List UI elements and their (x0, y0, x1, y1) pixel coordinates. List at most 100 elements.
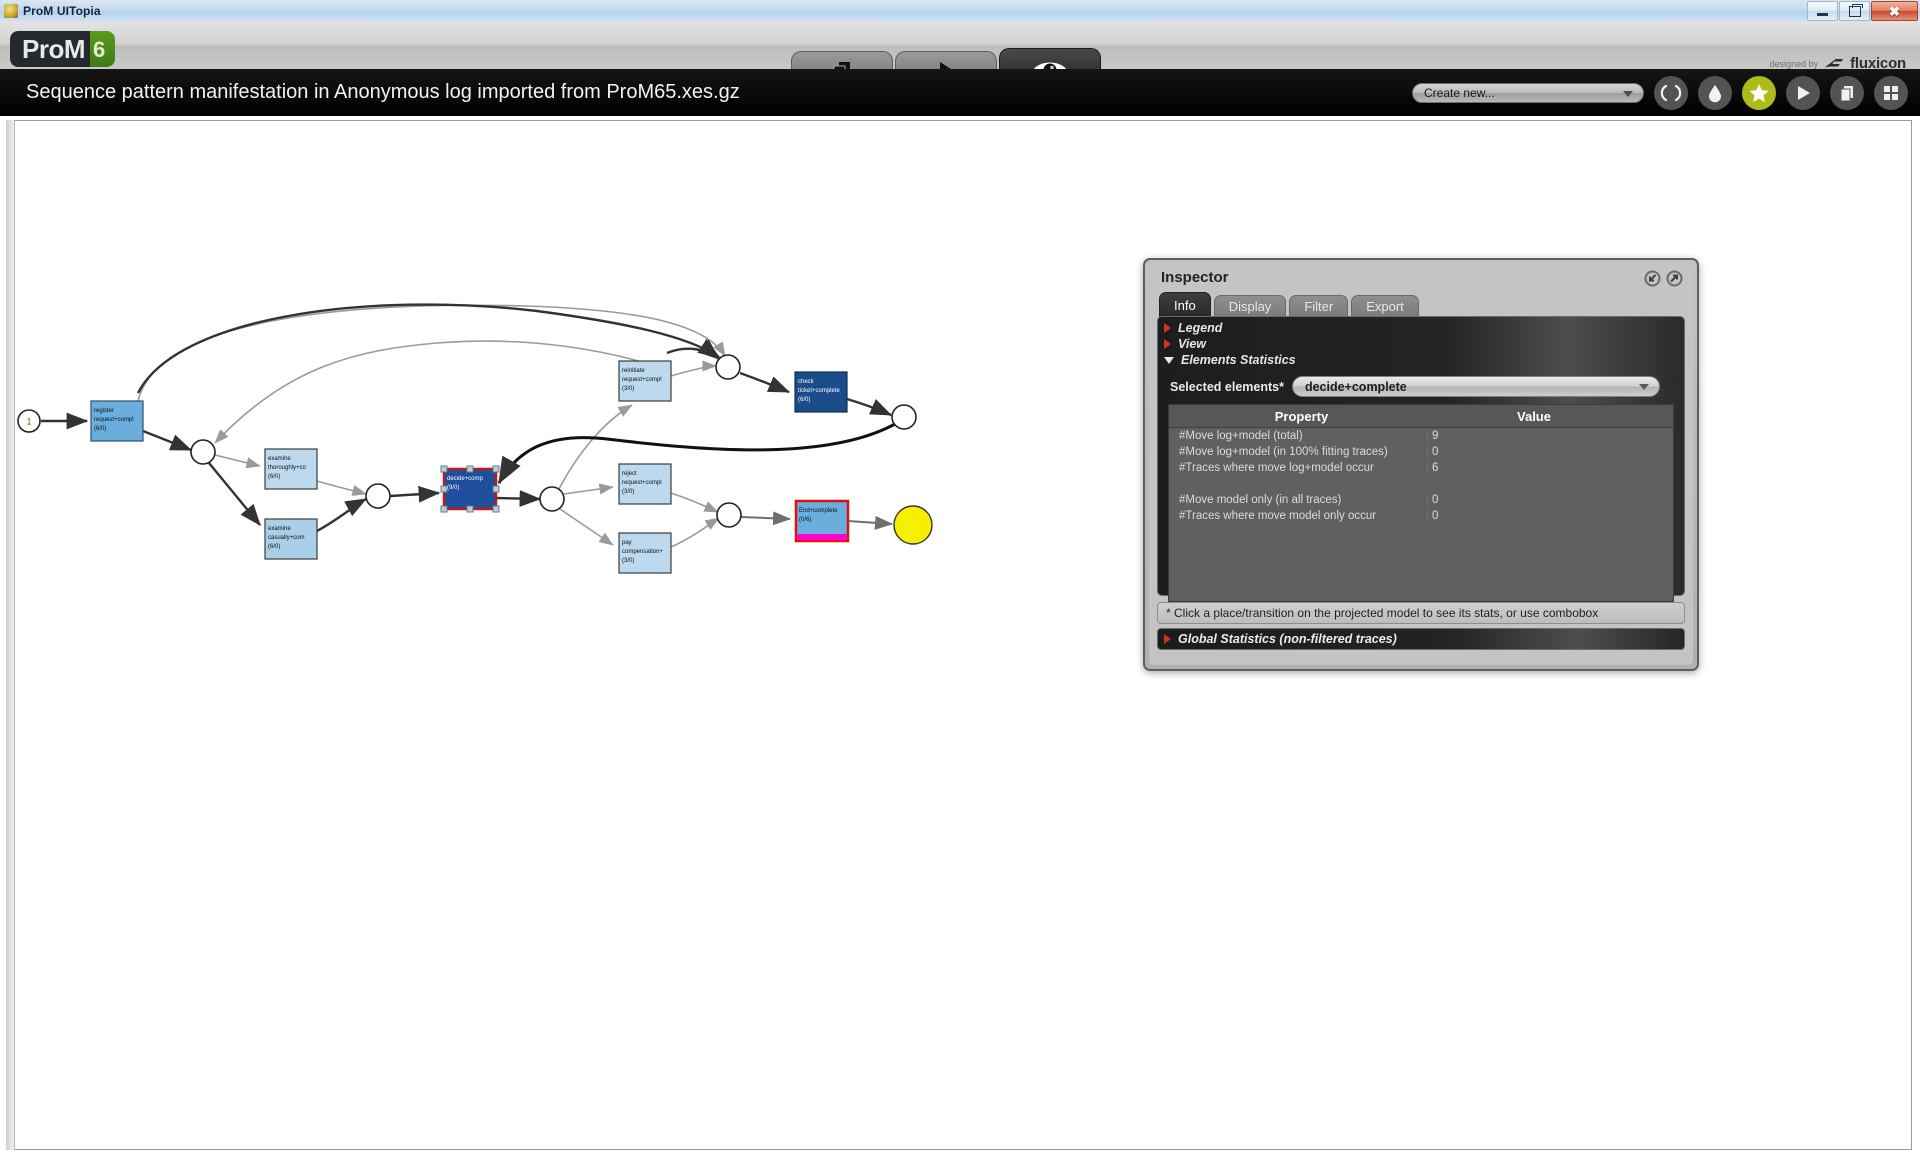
transition-label-line: check (798, 379, 815, 385)
resources-button[interactable] (1830, 75, 1864, 110)
section-legend[interactable]: Legend (1158, 320, 1684, 336)
place-sink[interactable] (893, 505, 933, 545)
place-p6[interactable] (891, 404, 917, 430)
section-elements-statistics[interactable]: Elements Statistics (1158, 352, 1684, 368)
transition-register[interactable]: register request+compl (6/0) (90, 400, 144, 442)
transition-examine-casually[interactable]: examine casually+com (6/0) (264, 518, 318, 560)
inspector-tab-label: Info (1174, 297, 1196, 313)
inspector-tab-label: Filter (1304, 299, 1334, 314)
transition-label-line: reinitiate (622, 368, 645, 374)
cell-property: #Move model only (in all traces) (1179, 494, 1342, 506)
selection-handle[interactable] (492, 465, 500, 473)
place-source[interactable]: 1 (17, 409, 41, 433)
inspector-tab-label: Display (1228, 299, 1272, 314)
column-header-value: Value (1517, 408, 1551, 424)
transition-label-line: (6/0) (268, 544, 280, 550)
table-header-row: Property Value (1169, 405, 1673, 428)
transition-examine-thoroughly[interactable]: examine thoroughly+co (6/0) (264, 448, 318, 490)
transition-label-line: (6/0) (798, 397, 810, 403)
prom-logo[interactable]: ProM 6 (10, 31, 116, 67)
prom-toolbar: ProM 6 designed by fluxicon (0, 21, 1920, 90)
selection-handle[interactable] (466, 505, 474, 513)
place-p4[interactable] (715, 354, 741, 380)
inspector-tab-info[interactable]: Info (1159, 292, 1211, 317)
net-transitions[interactable]: register request+compl (6/0) examine thoroug… (90, 360, 850, 574)
selection-handle[interactable] (466, 465, 474, 473)
transition-label-line: register (94, 408, 114, 414)
cell-property: #Traces where move model only occur (1179, 510, 1377, 522)
minimize-button[interactable] (1807, 1, 1838, 21)
run-button[interactable] (1786, 75, 1820, 110)
inspector-footnote: * Click a place/transition on the projec… (1157, 602, 1685, 624)
detach-icon[interactable] (1644, 270, 1661, 287)
chevron-right-icon (1164, 323, 1171, 333)
chevron-right-icon (1164, 634, 1171, 644)
cell-value: 0 (1427, 510, 1627, 522)
transition-reject[interactable]: reject request+compl (3/0) (618, 463, 672, 505)
chevron-down-icon (1164, 356, 1174, 364)
transition-end[interactable]: End+complete (0/6) (794, 499, 850, 543)
transition-deviation-bar (797, 534, 847, 540)
selection-handle[interactable] (492, 505, 500, 513)
sync-icon (1660, 84, 1682, 101)
cell-property: #Move log+model (total) (1179, 430, 1303, 442)
place-p3[interactable] (539, 486, 565, 512)
table-row (1169, 476, 1673, 492)
cell-property: #Traces where move log+model occur (1179, 462, 1374, 474)
table-row: #Move log+model (total) 9 (1169, 428, 1673, 444)
close-panel-icon[interactable] (1666, 270, 1683, 287)
create-new-dropdown[interactable]: Create new... (1412, 82, 1644, 103)
transition-label-line: (3/0) (622, 558, 634, 564)
chevron-down-icon (1623, 90, 1633, 97)
close-button[interactable]: ✖ (1871, 1, 1918, 21)
transition-label-line: (3/0) (622, 386, 634, 392)
selection-handle[interactable] (440, 505, 448, 513)
droplet-button[interactable] (1698, 75, 1732, 110)
selection-handle[interactable] (440, 465, 448, 473)
section-view[interactable]: View (1158, 336, 1684, 352)
transition-reinitiate[interactable]: reinitiate request+compl (3/0) (618, 360, 672, 402)
section-global-statistics[interactable]: Global Statistics (non-filtered traces) (1157, 628, 1685, 650)
restore-icon (1840, 2, 1869, 20)
table-body: #Move log+model (total) 9 #Move log+model … (1169, 428, 1673, 601)
place-p5[interactable] (716, 502, 742, 528)
credit-prefix: designed by (1769, 58, 1819, 69)
app-icon (4, 3, 18, 18)
section-legend-label: Legend (1178, 321, 1223, 335)
inspector-tab-label: Export (1366, 299, 1404, 314)
inspector-panel[interactable]: Inspector Info Display Filter Export Legend (1143, 258, 1699, 671)
grid-button[interactable] (1874, 75, 1908, 110)
transition-label-line: request+compl (622, 377, 662, 383)
transition-label-line: examine (268, 456, 291, 462)
inspector-tab-filter[interactable]: Filter (1289, 295, 1349, 317)
restore-button[interactable] (1839, 1, 1870, 21)
transition-label-line: End+complete (799, 508, 838, 514)
view-header-bar: Sequence pattern manifestation in Anonym… (0, 69, 1920, 116)
transition-decide[interactable]: decide+comp (9/0) (440, 465, 500, 513)
selection-handle[interactable] (492, 485, 500, 493)
transition-pay-compensation[interactable]: pay compensation+ (3/0) (618, 532, 672, 574)
sync-button[interactable] (1654, 75, 1688, 110)
inspector-tabs[interactable]: Info Display Filter Export (1159, 292, 1422, 317)
favorites-button[interactable] (1742, 75, 1776, 110)
transition-check-ticket[interactable]: check ticket+complete (6/0) (794, 371, 848, 413)
cell-value: 9 (1427, 430, 1627, 442)
inspector-tab-display[interactable]: Display (1213, 295, 1287, 317)
place-p1[interactable] (190, 439, 216, 465)
place-p2[interactable] (365, 483, 391, 509)
app-root: ProM UITopia ✖ ProM 6 designed by fluxic… (0, 0, 1920, 1160)
transition-label-line: casually+com (268, 535, 305, 541)
section-elements-statistics-label: Elements Statistics (1181, 353, 1296, 367)
play-icon (1798, 85, 1810, 100)
transition-label-line: (3/0) (622, 489, 634, 495)
section-view-label: View (1178, 337, 1207, 351)
grid-icon (1884, 85, 1898, 100)
inspector-tab-export[interactable]: Export (1351, 295, 1419, 317)
table-row: #Traces where move model only occur 0 (1169, 508, 1673, 524)
selection-handle[interactable] (440, 485, 448, 493)
prom-logo-version: 6 (90, 31, 116, 67)
selected-elements-combobox[interactable]: decide+complete (1291, 376, 1660, 397)
cell-value: 0 (1427, 494, 1627, 506)
selected-elements-value: decide+complete (1304, 379, 1407, 394)
table-row: #Traces where move log+model occur 6 (1169, 460, 1673, 476)
